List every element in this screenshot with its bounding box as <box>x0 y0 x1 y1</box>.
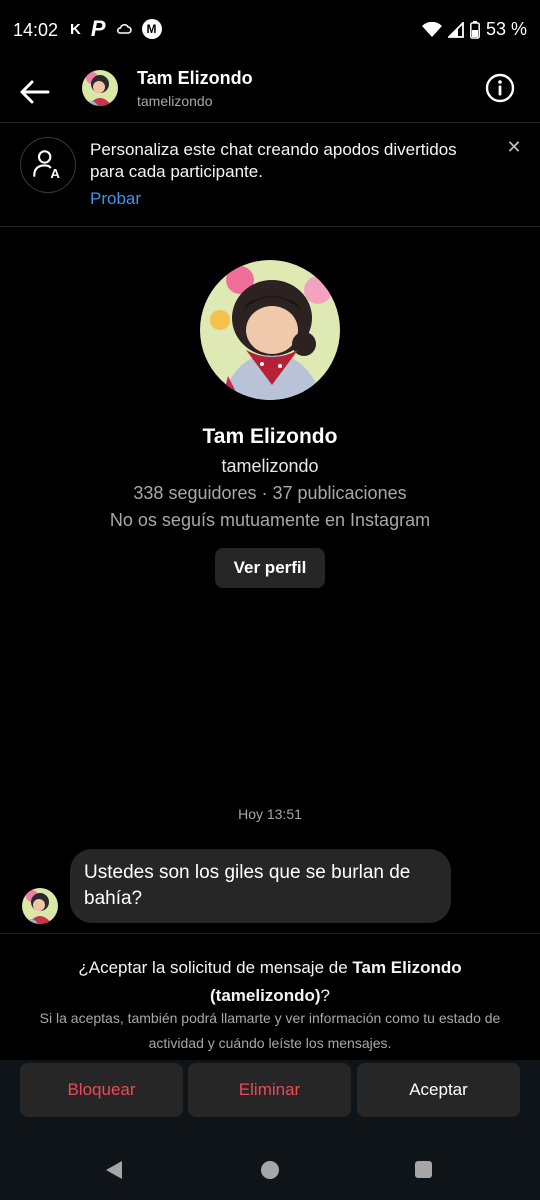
mutual-follow-status: No os seguís mutuamente en Instagram <box>109 510 431 530</box>
nav-recents-icon[interactable] <box>415 1161 432 1178</box>
banner-text: Personaliza este chat creando apodos div… <box>90 140 457 181</box>
request-handle: (tamelizondo) <box>210 986 321 1005</box>
try-link[interactable]: Probar <box>90 189 141 209</box>
p-icon: P <box>90 16 106 41</box>
svg-text:A: A <box>50 166 60 181</box>
delete-button[interactable]: Eliminar <box>188 1063 351 1117</box>
battery-icon <box>470 20 480 39</box>
chat-header: Tam Elizondo tamelizondo <box>0 62 540 122</box>
back-button[interactable] <box>16 72 56 112</box>
request-name: Tam Elizondo <box>352 958 462 977</box>
nav-back-icon[interactable] <box>104 1160 124 1180</box>
status-time: 14:02 <box>13 20 59 40</box>
header-avatar[interactable] <box>82 70 118 106</box>
cloud-icon <box>116 24 132 34</box>
nav-home-icon[interactable] <box>261 1161 279 1179</box>
header-name[interactable]: Tam Elizondo <box>137 68 253 89</box>
info-icon <box>485 73 515 103</box>
view-profile-button[interactable]: Ver perfil <box>215 548 325 588</box>
battery-percent: 53 % <box>485 19 527 39</box>
close-icon[interactable]: ✕ <box>504 137 524 157</box>
request-prefix: ¿Aceptar la solicitud de mensaje de <box>78 958 353 977</box>
wifi-icon <box>421 21 442 37</box>
signal-icon <box>447 21 464 38</box>
header-username[interactable]: tamelizondo <box>137 93 213 109</box>
banner-divider <box>0 226 540 227</box>
message-bubble[interactable]: Ustedes son los giles que se burlan de b… <box>70 849 451 923</box>
system-icons: 53 % <box>421 19 527 40</box>
accept-button[interactable]: Aceptar <box>357 1063 520 1117</box>
sender-avatar[interactable] <box>22 888 58 924</box>
request-description: Si la aceptas, también podrá llamarte y … <box>39 1010 501 1051</box>
nickname-banner: A Personaliza este chat creando apodos d… <box>0 123 540 226</box>
profile-avatar[interactable] <box>200 260 340 400</box>
message-request-panel: ¿Aceptar la solicitud de mensaje de Tam … <box>0 933 540 1060</box>
info-button[interactable] <box>484 72 516 104</box>
notification-icons: K P M <box>70 16 162 41</box>
request-suffix: ? <box>320 986 330 1005</box>
request-title: ¿Aceptar la solicitud de mensaje de Tam … <box>30 954 510 1010</box>
nickname-icon: A <box>20 137 76 193</box>
profile-stats: 338 seguidores · 37 publicaciones <box>133 483 407 503</box>
block-button[interactable]: Bloquear <box>20 1063 183 1117</box>
k-icon: K <box>70 20 81 38</box>
system-nav-bar <box>0 1130 540 1200</box>
profile-name: Tam Elizondo <box>202 425 338 448</box>
profile-username: tamelizondo <box>221 456 319 476</box>
message-timestamp: Hoy 13:51 <box>238 806 302 822</box>
motorola-icon: M <box>141 19 162 39</box>
request-actions: Bloquear Eliminar Aceptar <box>0 1060 540 1130</box>
status-bar: 14:02 K P M 53 % <box>0 0 540 62</box>
arrow-left-icon <box>20 80 50 104</box>
